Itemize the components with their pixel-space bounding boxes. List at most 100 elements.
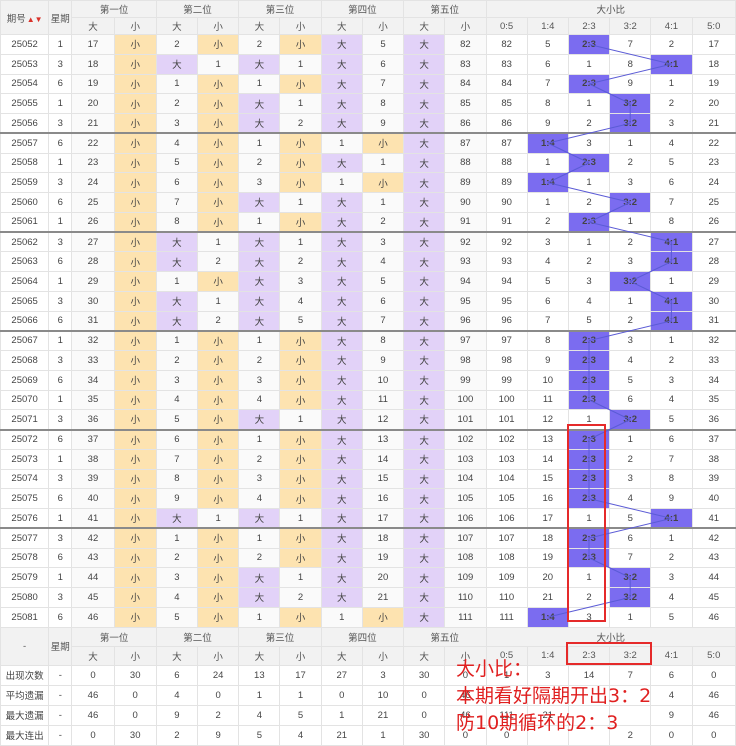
- ratio-omission-cell: 85: [485, 93, 528, 114]
- big-hit-cell: 大: [238, 508, 281, 529]
- ratio-omission-cell: 4: [526, 251, 569, 272]
- omission-cell: 92: [444, 231, 487, 253]
- stats-value: 0: [403, 684, 446, 706]
- omission-cell: 22: [71, 132, 115, 154]
- small-hit-cell: 小: [279, 389, 322, 411]
- omission-cell: 98: [444, 350, 487, 371]
- ratio-omission-cell: 45: [691, 587, 736, 608]
- lottery-trend-chart: 期号▲▼ 星期 第一位 第二位 第三位 第四位 第五位 大小比大小大小大小大小大小 0:5 1:4…: [0, 0, 736, 746]
- stats-value: 0: [403, 704, 446, 726]
- omission-cell: 90: [444, 192, 487, 213]
- ratio-omission-cell: 10: [526, 369, 569, 391]
- ratio-omission-cell: 4: [567, 290, 611, 312]
- stats-value: 0: [691, 724, 736, 746]
- big-hit-cell: 大: [238, 409, 281, 430]
- ratio-omission-cell: 4: [650, 587, 693, 608]
- ratio-omission-cell: 41: [691, 508, 736, 529]
- small-hit-cell: 小: [197, 329, 240, 351]
- stats-value: 13: [238, 664, 281, 686]
- weekday-cell: 6: [48, 369, 73, 391]
- table-row: 25070 1 35 小 4 小 4 小大 11 大 100 100 11 2:3 6 4 35: [0, 389, 736, 411]
- issue-cell: 25058: [0, 152, 50, 174]
- big-hit-cell: 大: [238, 290, 281, 312]
- stats-value: [567, 724, 611, 746]
- weekday-header: 星期: [48, 0, 73, 35]
- omission-cell: 6: [361, 290, 405, 312]
- ratio-omission-cell: 40: [691, 488, 736, 509]
- omission-cell: 1: [197, 290, 240, 312]
- small-hit-cell: 小: [197, 369, 240, 391]
- issue-cell: 25064: [0, 271, 50, 292]
- footer-big-header: 大: [71, 645, 115, 666]
- stats-value: 4: [155, 684, 199, 706]
- ratio-omission-cell: 103: [485, 448, 528, 470]
- ratio-omission-cell: 1: [567, 567, 611, 588]
- big-hit-cell: 大: [320, 369, 363, 391]
- issue-cell: 25067: [0, 329, 50, 351]
- ratio-omission-cell: 5: [609, 369, 652, 391]
- ratio-omission-cell: 92: [485, 231, 528, 253]
- omission-cell: 2: [238, 448, 281, 470]
- small-hit-cell: 小: [279, 132, 322, 154]
- ratio-omission-cell: 8: [650, 211, 693, 233]
- big-hit-cell: 大: [403, 409, 446, 430]
- footer-weekday: 星期: [48, 626, 73, 666]
- ratio-omission-cell: 3: [567, 606, 611, 628]
- ratio-hit-cell: 1:4: [526, 172, 569, 193]
- issue-cell: 25054: [0, 73, 50, 95]
- footer-ratio-col-header: 4:1: [650, 645, 693, 666]
- stats-value: 46: [71, 704, 115, 726]
- omission-cell: 39: [71, 468, 115, 490]
- stats-value: 1: [238, 684, 281, 706]
- big-hit-cell: 大: [320, 389, 363, 411]
- omission-cell: 14: [361, 448, 405, 470]
- omission-cell: 2: [197, 251, 240, 272]
- small-hit-cell: 小: [113, 567, 157, 588]
- small-hit-cell: 小: [279, 527, 322, 549]
- stats-value: 2: [609, 724, 652, 746]
- stats-weekday: -: [48, 704, 73, 726]
- position-header: 第三位: [238, 0, 322, 18]
- small-hit-cell: 小: [113, 271, 157, 292]
- big-hit-cell: 大: [320, 192, 363, 213]
- sort-icon[interactable]: ▲▼: [27, 15, 43, 24]
- big-hit-cell: 大: [238, 53, 281, 75]
- small-hit-cell: 小: [113, 468, 157, 490]
- omission-cell: 109: [444, 567, 487, 588]
- ratio-omission-cell: 9: [526, 350, 569, 371]
- ratio-omission-cell: 8: [609, 53, 652, 75]
- big-hit-cell: 大: [403, 172, 446, 193]
- ratio-hit-cell: 1:4: [526, 606, 569, 628]
- stats-value: 7: [609, 664, 652, 686]
- big-hit-cell: 大: [403, 231, 446, 253]
- stats-value: [526, 724, 569, 746]
- omission-cell: 1: [320, 606, 363, 628]
- omission-cell: 12: [361, 409, 405, 430]
- table-row: 25076 1 41 小大 1 大 1 大 17 大 106 106 17 1 5 4:1 41: [0, 508, 736, 529]
- issue-header[interactable]: 期号▲▼: [0, 0, 50, 35]
- footer-small-header: 小: [279, 645, 322, 666]
- weekday-cell: 3: [48, 172, 73, 193]
- ratio-omission-cell: 1: [609, 211, 652, 233]
- weekday-cell: 6: [48, 547, 73, 569]
- ratio-omission-cell: 2: [609, 310, 652, 332]
- ratio-omission-cell: 17: [691, 34, 736, 55]
- omission-cell: 5: [155, 152, 199, 174]
- ratio-col-header: 5:0: [691, 17, 736, 35]
- small-hit-cell: 小: [113, 53, 157, 75]
- stats-value: 0: [650, 724, 693, 746]
- ratio-omission-cell: 3: [567, 132, 611, 154]
- ratio-omission-cell: 5: [650, 409, 693, 430]
- stats-value: [567, 704, 611, 726]
- table-row: 25072 6 37 小 6 小 1 小大 13 大 102 102 13 2:3 1 6 37: [0, 428, 736, 450]
- big-hit-cell: 大: [403, 93, 446, 114]
- big-hit-cell: 大: [403, 527, 446, 549]
- ratio-omission-cell: 4: [609, 350, 652, 371]
- big-hit-cell: 大: [403, 211, 446, 233]
- weekday-cell: 1: [48, 329, 73, 351]
- ratio-col-header: 4:1: [650, 17, 693, 35]
- omission-cell: 1: [155, 73, 199, 95]
- issue-cell: 25063: [0, 251, 50, 272]
- issue-cell: 25068: [0, 350, 50, 371]
- big-hit-cell: 大: [320, 113, 363, 134]
